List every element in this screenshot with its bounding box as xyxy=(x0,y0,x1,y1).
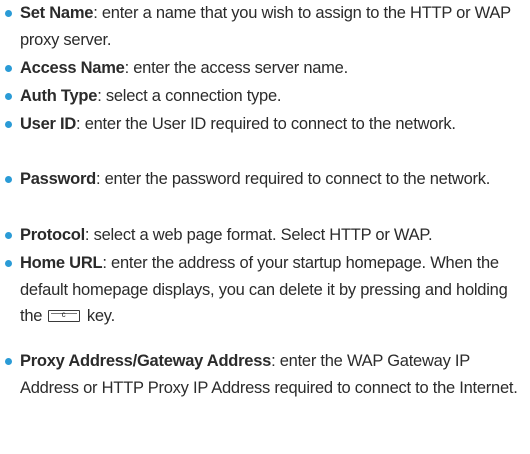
item-description: : enter the password required to connect… xyxy=(95,170,491,188)
bullet-icon xyxy=(5,121,12,128)
item-description: : enter the access server name. xyxy=(124,59,349,77)
list-item-user-id: User ID: enter the User ID required to c… xyxy=(2,111,526,138)
item-text: Home URL: enter the address of your star… xyxy=(20,250,526,330)
bullet-icon xyxy=(5,232,12,239)
item-description: : select a connection type. xyxy=(97,87,282,105)
list-item-set-name: Set Name: enter a name that you wish to … xyxy=(2,0,526,53)
bullet-list: Set Name: enter a name that you wish to … xyxy=(0,0,530,454)
item-description: : enter the User ID required to connect … xyxy=(76,115,456,133)
bullet-icon xyxy=(5,65,12,72)
list-item-home-url: Home URL: enter the address of your star… xyxy=(2,250,526,330)
list-item-password: Password: enter the password required to… xyxy=(2,166,526,193)
bullet-icon xyxy=(5,93,12,100)
item-description: : select a web page format. Select HTTP … xyxy=(84,226,433,244)
item-description: : enter a name that you wish to assign t… xyxy=(20,4,511,49)
item-term: Access Name xyxy=(20,59,125,77)
item-text: Access Name: enter the access server nam… xyxy=(20,55,526,82)
item-term: Protocol xyxy=(20,226,85,244)
item-text: Protocol: select a web page format. Sele… xyxy=(20,222,526,249)
bullet-icon xyxy=(5,260,12,267)
item-term: User ID xyxy=(20,115,77,133)
bullet-icon xyxy=(5,176,12,183)
item-term: Set Name xyxy=(20,4,94,22)
bullet-icon xyxy=(5,10,12,17)
clear-key-label: c xyxy=(61,310,66,319)
item-description-end: key. xyxy=(82,307,115,325)
item-text: Auth Type: select a connection type. xyxy=(20,83,526,110)
item-text: Set Name: enter a name that you wish to … xyxy=(20,0,526,53)
list-item-proxy-address: Proxy Address/Gateway Address: enter the… xyxy=(2,348,526,401)
clear-key-icon: c xyxy=(47,310,80,322)
item-term: Proxy Address/Gateway Address xyxy=(20,352,272,370)
list-item-protocol: Protocol: select a web page format. Sele… xyxy=(2,222,526,249)
list-item-auth-type: Auth Type: select a connection type. xyxy=(2,83,526,110)
item-term: Home URL xyxy=(20,254,103,272)
item-text: Password: enter the password required to… xyxy=(20,166,526,193)
item-term: Password xyxy=(20,170,96,188)
item-text: User ID: enter the User ID required to c… xyxy=(20,111,526,138)
item-text: Proxy Address/Gateway Address: enter the… xyxy=(20,348,526,401)
bullet-icon xyxy=(5,358,12,365)
list-item-access-name: Access Name: enter the access server nam… xyxy=(2,55,526,82)
item-term: Auth Type xyxy=(20,87,98,105)
